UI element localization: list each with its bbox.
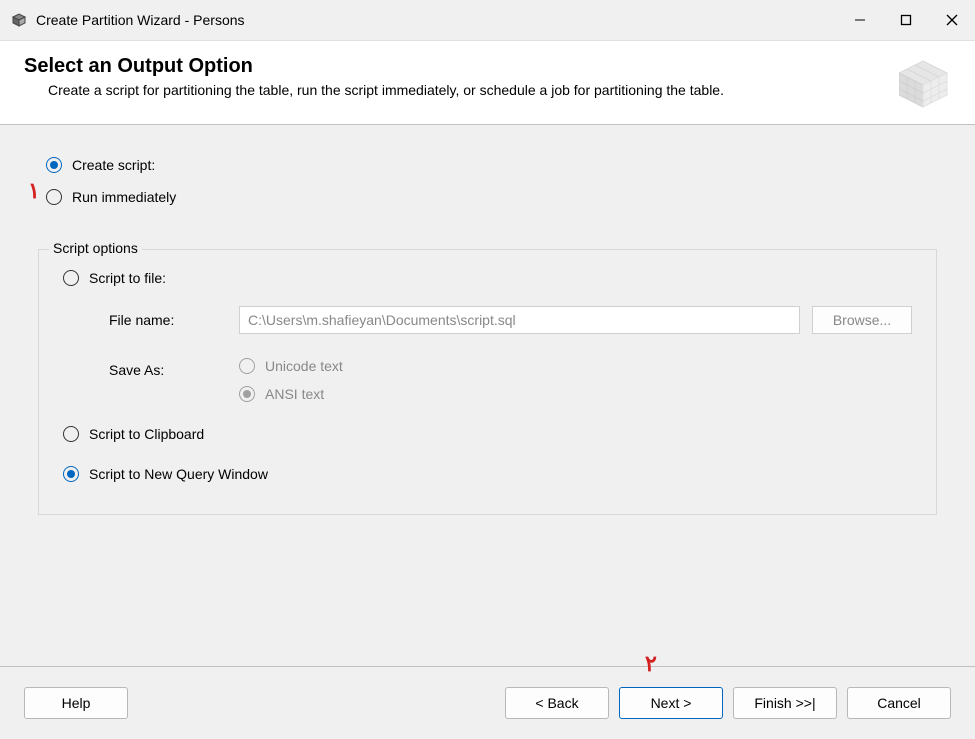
save-as-options: Unicode text ANSI text (239, 358, 343, 402)
radio-label: Unicode text (265, 358, 343, 374)
browse-button[interactable]: Browse... (812, 306, 912, 334)
radio-icon (46, 157, 62, 173)
radio-unicode-text[interactable]: Unicode text (239, 358, 343, 374)
radio-ansi-text[interactable]: ANSI text (239, 386, 343, 402)
file-name-input[interactable] (239, 306, 800, 334)
footer: Help < Back Next > Finish >>| Cancel (0, 666, 975, 739)
radio-label: Run immediately (72, 189, 176, 205)
radio-icon (63, 466, 79, 482)
next-button[interactable]: Next > (619, 687, 723, 719)
cancel-button[interactable]: Cancel (847, 687, 951, 719)
minimize-button[interactable] (837, 0, 883, 40)
radio-run-immediately[interactable]: Run immediately (28, 189, 947, 205)
radio-script-to-new-query[interactable]: Script to New Query Window (63, 466, 912, 482)
radio-icon (239, 358, 255, 374)
save-as-row: Save As: Unicode text ANSI text (109, 358, 912, 402)
page-subtitle: Create a script for partitioning the tab… (24, 82, 889, 98)
radio-icon (63, 270, 79, 286)
fieldset-legend: Script options (49, 240, 142, 256)
window-controls (837, 0, 975, 40)
server-icon (899, 55, 959, 110)
page-title: Select an Output Option (24, 55, 889, 78)
finish-button[interactable]: Finish >>| (733, 687, 837, 719)
radio-label: Script to Clipboard (89, 426, 204, 442)
file-name-row: File name: Browse... (109, 306, 912, 334)
help-button[interactable]: Help (24, 687, 128, 719)
script-options-fieldset: Script options Script to file: File name… (38, 249, 937, 515)
file-name-label: File name: (109, 312, 239, 328)
wizard-window: Create Partition Wizard - Persons Select… (0, 0, 975, 739)
window-title: Create Partition Wizard - Persons (36, 12, 837, 28)
radio-script-to-file[interactable]: Script to file: (63, 270, 912, 286)
header-text: Select an Output Option Create a script … (24, 55, 889, 110)
titlebar: Create Partition Wizard - Persons (0, 0, 975, 40)
radio-label: ANSI text (265, 386, 324, 402)
header-panel: Select an Output Option Create a script … (0, 40, 975, 125)
radio-label: Script to file: (89, 270, 166, 286)
radio-script-to-clipboard[interactable]: Script to Clipboard (63, 426, 912, 442)
close-button[interactable] (929, 0, 975, 40)
app-icon (10, 11, 28, 29)
radio-create-script[interactable]: Create script: (28, 157, 947, 173)
radio-icon (239, 386, 255, 402)
back-button[interactable]: < Back (505, 687, 609, 719)
radio-label: Script to New Query Window (89, 466, 268, 482)
content-area: Create script: Run immediately Script op… (0, 125, 975, 666)
radio-icon (46, 189, 62, 205)
radio-label: Create script: (72, 157, 155, 173)
radio-icon (63, 426, 79, 442)
save-as-label: Save As: (109, 358, 239, 378)
maximize-button[interactable] (883, 0, 929, 40)
